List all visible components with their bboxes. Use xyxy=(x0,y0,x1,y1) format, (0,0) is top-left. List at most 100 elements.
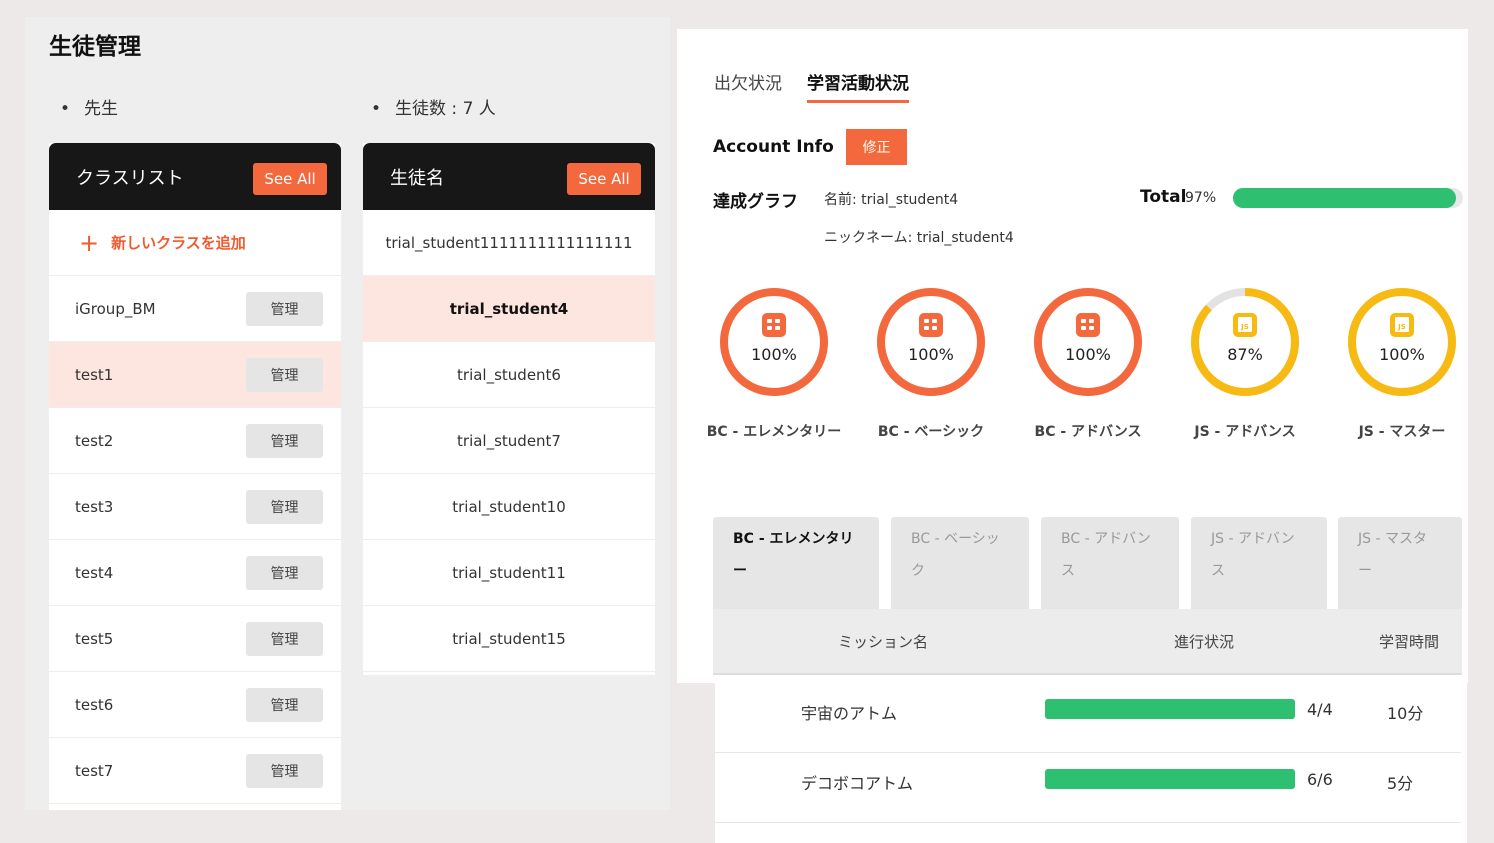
page-title: 生徒管理 xyxy=(49,34,141,60)
class-row[interactable]: test6 管理 xyxy=(49,672,341,738)
course-progress-circle: 100% xyxy=(874,285,988,399)
total-progress-fill xyxy=(1233,188,1457,208)
mission-study-time: 5分 xyxy=(1387,774,1414,793)
mission-progress-bar xyxy=(1045,769,1295,789)
course-name: BC - ベーシック xyxy=(877,424,985,440)
course-percent: 100% xyxy=(1065,345,1111,364)
course-progress-circle: 100% xyxy=(1031,285,1145,399)
class-name: test2 xyxy=(75,431,114,450)
student-management-panel: 生徒管理 先生 生徒数 : 7 人 クラスリスト See All + 新しいクラ… xyxy=(25,17,670,810)
progress-ring-fill xyxy=(1348,288,1456,396)
add-class-button[interactable]: + 新しいクラスを追加 xyxy=(49,210,341,276)
teacher-label: 先生 xyxy=(60,94,118,119)
course-tab-label-cont: ク xyxy=(911,563,925,579)
course-tab-label: BC - ベーシッ xyxy=(911,531,1000,547)
add-class-label: 新しいクラスを追加 xyxy=(111,234,246,252)
manage-button[interactable]: 管理 xyxy=(246,292,323,326)
student-detail-panel: 出欠状況 学習活動状況 Account Info 修正 達成グラフ 名前: tr… xyxy=(677,29,1468,683)
progress-ring-fill xyxy=(1034,288,1142,396)
course-tab[interactable]: BC - アドバンス xyxy=(1041,517,1179,609)
manage-button[interactable]: 管理 xyxy=(246,490,323,524)
course-name: BC - アドバンス xyxy=(1034,424,1142,440)
course-name: JS - アドバンス xyxy=(1194,424,1296,440)
mission-row[interactable]: 宇宙のアトム 4/4 10分 xyxy=(715,683,1461,753)
class-name: test1 xyxy=(75,365,114,384)
manage-button[interactable]: 管理 xyxy=(246,622,323,656)
student-row[interactable]: trial_student15 xyxy=(363,606,655,672)
class-list-header: クラスリスト See All xyxy=(49,143,341,210)
js-icon xyxy=(1233,313,1257,337)
course-percent: 100% xyxy=(751,345,797,364)
course-tab[interactable]: BC - エレメンタリー xyxy=(713,517,879,609)
student-name: 名前: trial_student4 xyxy=(824,192,959,208)
course-progress-circle: 100% xyxy=(1345,285,1459,399)
class-name: test5 xyxy=(75,629,114,648)
course-progress-circle: 87% xyxy=(1188,285,1302,399)
course-name: BC - エレメンタリー xyxy=(706,424,842,440)
course-tab[interactable]: JS - アドバンス xyxy=(1191,517,1327,609)
course-tab-label: BC - アドバン xyxy=(1061,531,1151,547)
total-percent: 97% xyxy=(1185,190,1217,206)
progress-header: 進行状況 xyxy=(1174,633,1235,651)
progress-ring-fill xyxy=(720,288,828,396)
student-row[interactable]: trial_student6 xyxy=(363,342,655,408)
bc-icon xyxy=(762,313,786,337)
class-row[interactable]: test1 管理 xyxy=(49,342,341,408)
course-tab-label: BC - エレメンタリ xyxy=(733,531,854,547)
mission-name-header: ミッション名 xyxy=(838,633,929,651)
bc-icon xyxy=(919,313,943,337)
js-icon xyxy=(1390,313,1414,337)
manage-button[interactable]: 管理 xyxy=(246,754,323,788)
course-tab-label-cont: ス xyxy=(1211,563,1225,579)
manage-button[interactable]: 管理 xyxy=(246,424,323,458)
course-tab[interactable]: BC - ベーシック xyxy=(891,517,1029,609)
course-progress-circle: 100% xyxy=(717,285,831,399)
course-tab-label: JS - アドバン xyxy=(1211,531,1295,547)
manage-button[interactable]: 管理 xyxy=(246,358,323,392)
student-list-title: 生徒名 xyxy=(390,168,444,189)
course-tab-label-cont: ス xyxy=(1061,563,1075,579)
course-tab-label: JS - マスタ xyxy=(1358,531,1427,547)
student-row[interactable]: trial_student11 xyxy=(363,540,655,606)
student-row[interactable]: trial_student1111111111111111 xyxy=(363,210,655,276)
course-percent: 87% xyxy=(1227,345,1263,364)
edit-button[interactable]: 修正 xyxy=(846,129,907,165)
student-row[interactable]: trial_student10 xyxy=(363,474,655,540)
mission-progress-bar xyxy=(1045,699,1295,719)
class-list-card: クラスリスト See All + 新しいクラスを追加 iGroup_BM 管理 … xyxy=(49,143,341,810)
student-list-header: 生徒名 See All xyxy=(363,143,655,210)
course-tab-label-cont: ー xyxy=(733,563,747,579)
course-tab-label-cont: ー xyxy=(1358,563,1372,579)
class-row[interactable]: test2 管理 xyxy=(49,408,341,474)
manage-button[interactable]: 管理 xyxy=(246,688,323,722)
student-row[interactable]: trial_student7 xyxy=(363,408,655,474)
class-row[interactable]: test3 管理 xyxy=(49,474,341,540)
class-row[interactable]: test5 管理 xyxy=(49,606,341,672)
class-row[interactable]: iGroup_BM 管理 xyxy=(49,276,341,342)
tab-attendance[interactable]: 出欠状況 xyxy=(714,69,782,100)
class-see-all-button[interactable]: See All xyxy=(253,163,327,195)
total-progress-bar xyxy=(1233,188,1463,208)
course-tab[interactable]: JS - マスター xyxy=(1338,517,1462,609)
course-percent: 100% xyxy=(908,345,954,364)
class-name: test6 xyxy=(75,695,114,714)
course-percent: 100% xyxy=(1379,345,1425,364)
class-name: test4 xyxy=(75,563,114,582)
mission-progress: 4/4 xyxy=(1307,700,1333,719)
student-row[interactable]: trial_student4 xyxy=(363,276,655,342)
student-see-all-button[interactable]: See All xyxy=(567,163,641,195)
bc-icon xyxy=(1076,313,1100,337)
mission-name: デコボコアトム xyxy=(801,774,914,793)
mission-table-body: 宇宙のアトム 4/4 10分 デコボコアトム 6/6 5分 xyxy=(715,683,1467,843)
achievement-graph-heading: 達成グラフ xyxy=(713,192,798,212)
class-name: test7 xyxy=(75,761,114,780)
class-name: iGroup_BM xyxy=(75,299,156,318)
class-row[interactable]: test4 管理 xyxy=(49,540,341,606)
mission-row[interactable]: デコボコアトム 6/6 5分 xyxy=(715,753,1461,823)
plus-icon: + xyxy=(79,228,100,257)
study-time-header: 学習時間 xyxy=(1379,633,1440,651)
manage-button[interactable]: 管理 xyxy=(246,556,323,590)
class-row[interactable]: test7 管理 xyxy=(49,738,341,804)
tab-learning-activity[interactable]: 学習活動状況 xyxy=(807,69,909,103)
mission-progress-fill xyxy=(1045,769,1295,789)
